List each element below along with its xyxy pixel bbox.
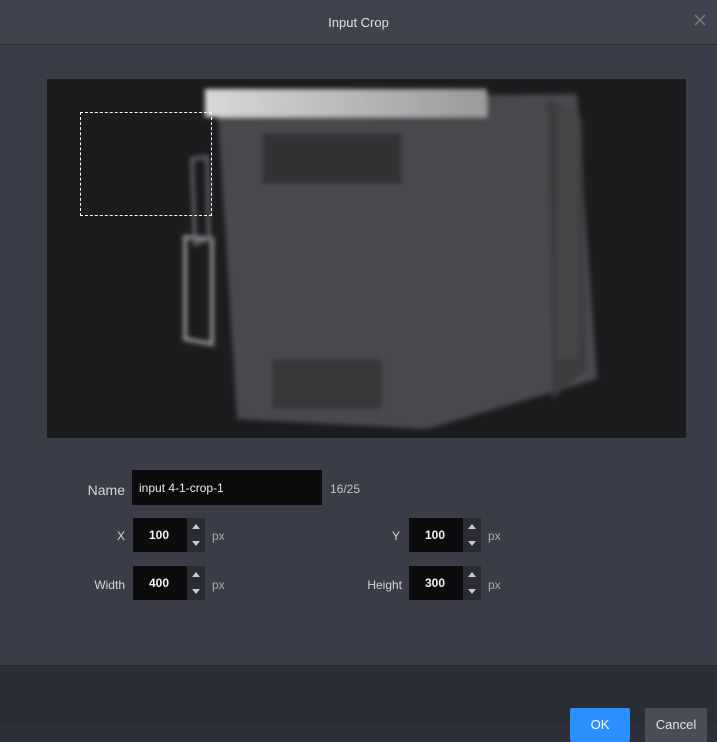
y-stepper[interactable] <box>409 518 481 552</box>
crop-selection-box[interactable] <box>80 112 212 216</box>
dialog-titlebar: Input Crop <box>0 0 717 45</box>
name-input[interactable] <box>132 470 322 505</box>
y-increment-arrow-icon[interactable] <box>463 519 481 535</box>
name-char-count: 16/25 <box>330 482 361 496</box>
y-input[interactable] <box>409 518 461 552</box>
height-label: Height <box>367 578 402 592</box>
height-increment-arrow-icon[interactable] <box>463 567 481 583</box>
x-label: X <box>116 529 125 543</box>
x-input[interactable] <box>133 518 185 552</box>
name-label: Name <box>87 482 125 498</box>
height-unit: px <box>488 578 501 592</box>
dialog-title: Input Crop <box>328 15 389 30</box>
width-input[interactable] <box>133 566 185 600</box>
cancel-button[interactable]: Cancel <box>645 708 707 742</box>
ok-button[interactable]: OK <box>570 708 630 742</box>
x-unit: px <box>212 529 225 543</box>
width-increment-arrow-icon[interactable] <box>187 567 205 583</box>
y-label: Y <box>391 529 400 543</box>
x-increment-arrow-icon[interactable] <box>187 519 205 535</box>
height-input[interactable] <box>409 566 461 600</box>
video-preview[interactable] <box>47 79 686 438</box>
width-decrement-arrow-icon[interactable] <box>187 583 205 599</box>
width-label: Width <box>94 578 125 592</box>
height-decrement-arrow-icon[interactable] <box>463 583 481 599</box>
close-icon[interactable] <box>691 11 709 29</box>
y-unit: px <box>488 529 501 543</box>
x-decrement-arrow-icon[interactable] <box>187 535 205 551</box>
y-decrement-arrow-icon[interactable] <box>463 535 481 551</box>
width-unit: px <box>212 578 225 592</box>
input-crop-dialog: Input Crop Name input 4-1-crop-1 16/25 X… <box>0 0 717 742</box>
width-stepper[interactable] <box>133 566 205 600</box>
x-stepper[interactable] <box>133 518 205 552</box>
height-stepper[interactable] <box>409 566 481 600</box>
